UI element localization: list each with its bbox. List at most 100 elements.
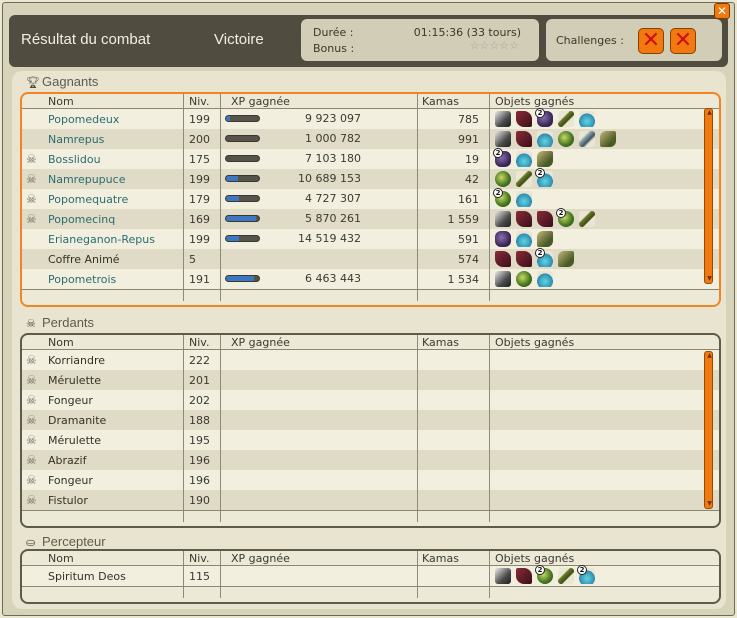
player-name[interactable]: Namrepus <box>48 133 104 146</box>
boot-item-icon[interactable] <box>516 111 532 127</box>
scroll-up-icon[interactable]: ▲ <box>705 110 714 116</box>
table-row[interactable]: Spiritum Deos 115 2 2 <box>22 565 719 586</box>
player-level: 201 <box>184 370 221 390</box>
potion-item-icon[interactable]: 2 <box>577 565 595 584</box>
orb-item-icon[interactable] <box>558 131 574 147</box>
weapon-item-icon[interactable] <box>495 211 511 227</box>
scroll-down-icon[interactable]: ▼ <box>705 501 714 507</box>
stone-item-icon[interactable]: 2 <box>493 148 511 167</box>
stone-item-icon[interactable] <box>495 231 511 247</box>
failed-challenge-icon[interactable]: ✕ <box>638 28 664 54</box>
orb-item-icon[interactable] <box>495 171 511 187</box>
player-level: 191 <box>184 269 221 289</box>
items-won <box>490 229 719 249</box>
kamas-gained: 19 <box>465 152 479 166</box>
kamas-gained: 1 559 <box>447 212 480 226</box>
player-name[interactable]: Popomecinq <box>48 213 115 226</box>
potion-item-icon[interactable] <box>516 231 532 247</box>
table-row[interactable]: ☠ Mérulette 201 <box>22 370 719 390</box>
table-row[interactable]: Erianeganon-Repus 199 14 519 432 591 <box>22 229 719 249</box>
table-row[interactable]: Popomedeux 199 9 923 097 785 2 <box>22 108 719 129</box>
player-level: 115 <box>184 566 221 586</box>
table-row[interactable]: ☠ Korriandre 222 <box>22 350 719 370</box>
player-name[interactable]: Popomequatre <box>48 193 128 206</box>
skull-icon: ☠ <box>26 453 37 467</box>
wand-item-icon[interactable] <box>558 111 574 127</box>
orb-item-icon[interactable]: 2 <box>493 188 511 207</box>
losers-scrollbar[interactable]: ▲ ▼ <box>704 351 713 509</box>
orb-item-icon[interactable]: 2 <box>556 208 574 227</box>
boot-item-icon[interactable] <box>537 211 553 227</box>
table-row[interactable]: ☠ Popomecinq 169 5 870 261 1 559 2 <box>22 208 719 229</box>
table-row[interactable]: ☠ Bosslidou 175 7 103 180 19 2 <box>22 148 719 169</box>
winners-scrollbar[interactable]: ▲ ▼ <box>704 108 713 284</box>
table-row[interactable]: ☠ Dramanite 188 <box>22 410 719 430</box>
boot-item-icon[interactable] <box>516 211 532 227</box>
player-name[interactable]: Bosslidou <box>48 153 101 166</box>
item-quantity-badge: 2 <box>493 148 503 158</box>
column-xp: XP gagnée <box>221 94 418 108</box>
player-name[interactable]: Popomedeux <box>48 113 119 126</box>
table-row[interactable]: Namrepus 200 1 000 782 991 <box>22 129 719 149</box>
potion-item-icon[interactable] <box>537 271 553 287</box>
stone-item-icon[interactable]: 2 <box>535 108 553 127</box>
orb-item-icon[interactable] <box>516 271 532 287</box>
table-row[interactable]: ☠ Fongeur 196 <box>22 470 719 490</box>
potion-item-icon[interactable] <box>579 111 595 127</box>
wand-item-icon[interactable] <box>579 211 595 227</box>
wand-item-icon[interactable] <box>558 568 574 584</box>
skull-icon: ☠ <box>26 172 37 186</box>
bread-item-icon[interactable] <box>600 131 616 147</box>
potion-item-icon[interactable] <box>516 191 532 207</box>
bag-icon: ⛀ <box>26 537 36 549</box>
potion-item-icon[interactable]: 2 <box>535 248 553 267</box>
xp-progress-fill <box>226 176 238 181</box>
boot-item-icon[interactable] <box>516 568 532 584</box>
column-xp: XP gagnée <box>221 551 418 565</box>
player-name: Abrazif <box>48 453 87 467</box>
bread-item-icon[interactable] <box>537 231 553 247</box>
table-row[interactable]: ☠ Fongeur 202 <box>22 390 719 410</box>
player-name[interactable]: Namrepupuce <box>48 173 125 186</box>
bread-item-icon[interactable] <box>558 251 574 267</box>
column-name: Nom <box>48 551 184 565</box>
player-name[interactable]: Erianeganon-Repus <box>48 233 155 246</box>
player-name: Mérulette <box>48 373 101 387</box>
losers-table: Nom Niv. XP gagnée Kamas Objets gagnés ☠… <box>20 333 721 528</box>
xp-progress-bar <box>225 175 260 182</box>
orb-item-icon[interactable]: 2 <box>535 565 553 584</box>
table-row[interactable]: ☠ Namrepupuce 199 10 689 153 42 2 <box>22 168 719 189</box>
weapon-item-icon[interactable] <box>495 568 511 584</box>
table-row[interactable]: ☠ Mérulette 195 <box>22 430 719 450</box>
collector-section-label: ⛀ Percepteur <box>26 534 106 549</box>
weapon-item-icon[interactable] <box>495 111 511 127</box>
close-button[interactable]: ✕ <box>714 3 730 19</box>
table-row[interactable]: Popometrois 191 6 463 443 1 534 <box>22 269 719 289</box>
wand-item-icon[interactable] <box>516 171 532 187</box>
potion-item-icon[interactable] <box>516 151 532 167</box>
bread-item-icon[interactable] <box>537 151 553 167</box>
player-level: 222 <box>184 350 221 370</box>
player-name[interactable]: Popometrois <box>48 273 116 286</box>
weapon-item-icon[interactable] <box>495 131 511 147</box>
key-item-icon[interactable] <box>579 131 595 147</box>
kamas-gained: 591 <box>458 232 479 246</box>
fight-info-box: Durée : 01:15:36 (33 tours) Bonus : ☆☆☆☆… <box>301 19 539 61</box>
table-row[interactable]: ☠ Popomequatre 179 4 727 307 161 2 <box>22 188 719 209</box>
player-name: Dramanite <box>48 413 107 427</box>
failed-challenge-icon[interactable]: ✕ <box>670 28 696 54</box>
table-row[interactable]: ☠ Fistulor 190 <box>22 490 719 510</box>
table-row[interactable]: ☠ Abrazif 196 <box>22 450 719 470</box>
table-row[interactable]: Coffre Animé 5 574 2 <box>22 248 719 269</box>
boot-item-icon[interactable] <box>516 251 532 267</box>
player-name: Fongeur <box>48 393 93 407</box>
scroll-up-icon[interactable]: ▲ <box>705 353 714 359</box>
weapon-item-icon[interactable] <box>495 271 511 287</box>
boot-item-icon[interactable] <box>495 251 511 267</box>
player-name: Mérulette <box>48 433 101 447</box>
potion-item-icon[interactable]: 2 <box>535 168 553 187</box>
scroll-down-icon[interactable]: ▼ <box>705 276 714 282</box>
items-won <box>490 450 719 470</box>
potion-item-icon[interactable] <box>537 131 553 147</box>
boot-item-icon[interactable] <box>516 131 532 147</box>
